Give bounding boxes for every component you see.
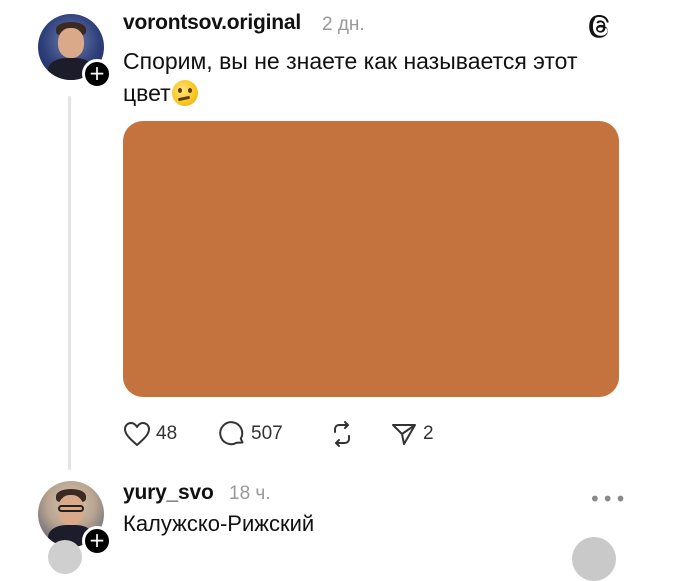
more-options-icon[interactable]: ••• bbox=[589, 487, 627, 511]
repost-icon bbox=[334, 421, 350, 447]
author-username[interactable]: vorontsov.original bbox=[123, 11, 301, 35]
heart-icon bbox=[124, 422, 150, 446]
reply-follow-plus-icon[interactable]: + bbox=[82, 526, 112, 556]
post-text: Спорим, вы не знаете как называется этот… bbox=[123, 45, 623, 109]
reply-timestamp: 18 ч. bbox=[229, 483, 271, 504]
like-button[interactable]: 48 bbox=[123, 420, 177, 448]
next-avatar-partial bbox=[48, 540, 82, 574]
post-timestamp: 2 дн. bbox=[322, 14, 365, 35]
threads-logo-icon[interactable] bbox=[586, 13, 614, 41]
next-item-partial bbox=[572, 537, 616, 581]
thinking-face-emoji bbox=[171, 80, 198, 106]
share-icon bbox=[392, 424, 416, 445]
share-count: 2 bbox=[423, 423, 434, 444]
thread-post: + vorontsov.original 2 дн. Спорим, вы не… bbox=[0, 0, 700, 581]
post-image-color-swatch[interactable] bbox=[123, 121, 619, 397]
share-button[interactable]: 2 bbox=[390, 420, 434, 448]
comment-icon bbox=[219, 421, 244, 446]
follow-plus-icon[interactable]: + bbox=[82, 59, 112, 89]
reply-username[interactable]: yury_svo bbox=[123, 481, 214, 505]
repost-button[interactable] bbox=[328, 420, 356, 448]
thread-connector-line bbox=[68, 96, 71, 470]
reply-text: Калужско-Рижский bbox=[123, 511, 315, 536]
comment-button[interactable]: 507 bbox=[218, 420, 283, 448]
like-count: 48 bbox=[156, 423, 178, 444]
comment-count: 507 bbox=[251, 423, 283, 444]
